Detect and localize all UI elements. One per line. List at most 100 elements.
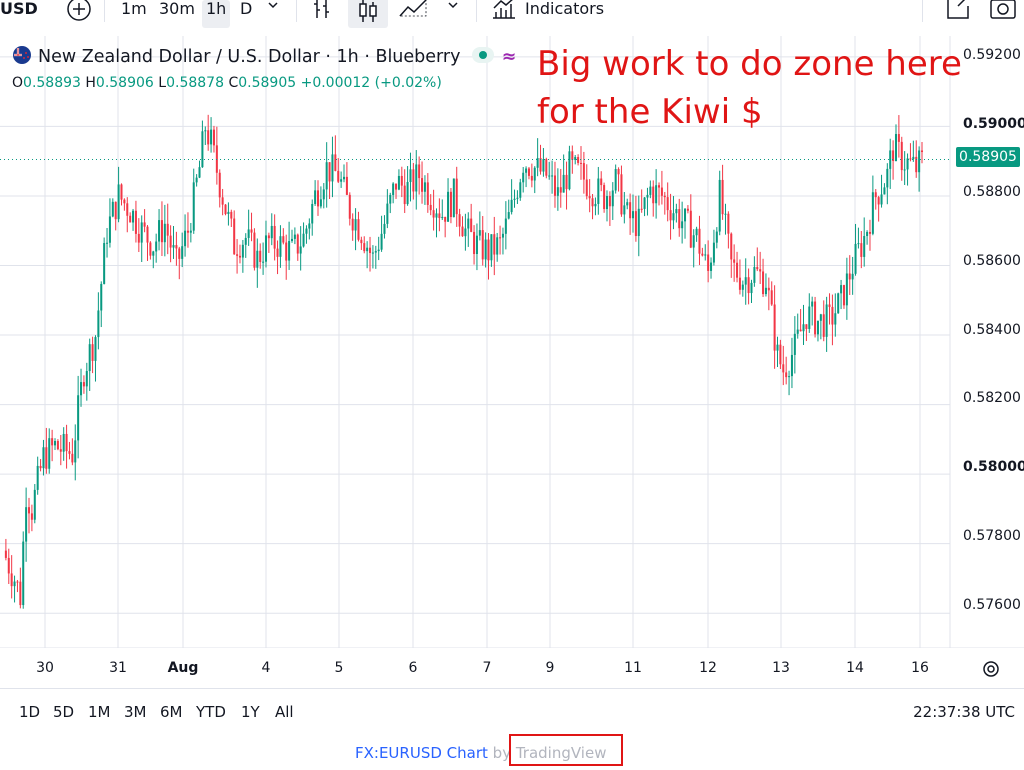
candle-body xyxy=(230,211,233,219)
candle-body xyxy=(863,235,866,257)
candle-body xyxy=(724,213,727,215)
candle-body xyxy=(525,168,528,173)
candle-body xyxy=(409,169,412,183)
candle-body xyxy=(25,507,28,542)
candle-body xyxy=(305,228,308,234)
candle-body xyxy=(750,282,753,294)
candle-body xyxy=(218,172,221,198)
candle-body xyxy=(796,329,799,334)
range-ytd[interactable]: YTD xyxy=(196,703,226,721)
utc-clock[interactable]: 22:37:38 UTC xyxy=(913,703,1015,721)
candle-body xyxy=(444,216,447,222)
interval-dropdown[interactable] xyxy=(266,0,280,26)
candle-body xyxy=(773,304,776,351)
symbol-title: New Zealand Dollar / U.S. Dollar · 1h · … xyxy=(38,47,461,67)
candle-body xyxy=(675,209,678,214)
footer-chart-link[interactable]: FX:EURUSD Chart xyxy=(355,744,488,762)
candle-body xyxy=(282,236,285,243)
snapshot-button[interactable] xyxy=(988,0,1018,22)
candles-icon xyxy=(359,0,377,22)
candle-body xyxy=(493,234,496,255)
close-value: 0.58905 xyxy=(238,75,297,91)
candle-body xyxy=(736,262,739,278)
candle-body xyxy=(695,228,698,236)
candle-body xyxy=(730,233,733,260)
candle-body xyxy=(767,287,770,291)
candle-body xyxy=(406,182,409,205)
candle-body xyxy=(718,179,721,232)
candle-body xyxy=(91,344,94,361)
candle-body xyxy=(172,245,175,248)
ohlc-values: O0.58893 H0.58906 L0.58878 C0.58905 +0.0… xyxy=(12,75,442,91)
interval-1m[interactable]: 1m xyxy=(121,0,147,28)
candle-body xyxy=(556,187,559,196)
candle-body xyxy=(247,229,250,238)
range-1d[interactable]: 1D xyxy=(19,703,40,721)
range-1m[interactable]: 1M xyxy=(88,703,111,721)
candle-body xyxy=(605,196,609,210)
data-provider-icon: ≈ xyxy=(501,47,517,67)
candle-body xyxy=(712,242,715,263)
candle-body xyxy=(371,252,374,254)
range-1y[interactable]: 1Y xyxy=(241,703,260,721)
interval-d[interactable]: D xyxy=(240,0,252,28)
candle-body xyxy=(900,141,903,171)
bar-style-button[interactable] xyxy=(311,0,333,24)
range-bar: 1D 5D 1M 3M 6M YTD 1Y All 22:37:38 UTC xyxy=(0,688,1024,733)
candle-body xyxy=(819,314,822,321)
candle-body xyxy=(874,192,877,198)
candle-body xyxy=(478,230,481,236)
candle-body xyxy=(614,169,617,191)
candle-body xyxy=(322,189,325,200)
candle-body xyxy=(212,129,215,146)
candle-body xyxy=(490,234,493,261)
candle-body xyxy=(825,304,828,337)
candles-style-button[interactable] xyxy=(348,0,388,28)
compare-add-button[interactable] xyxy=(66,0,92,24)
y-tick-label: 0.58600 xyxy=(963,253,1021,269)
range-5d[interactable]: 5D xyxy=(53,703,74,721)
area-style-button[interactable] xyxy=(398,0,430,24)
candle-body xyxy=(678,209,681,229)
candle-body xyxy=(120,184,123,200)
range-all[interactable]: All xyxy=(275,703,294,721)
candle-body xyxy=(10,573,13,587)
fullscreen-button[interactable] xyxy=(944,0,972,22)
candle-body xyxy=(54,441,57,446)
x-tick-label: Aug xyxy=(167,660,199,676)
candle-body xyxy=(169,235,172,248)
candle-body xyxy=(302,233,305,247)
nz-flag-icon xyxy=(13,46,31,64)
candle-body xyxy=(273,225,276,249)
candle-body xyxy=(461,226,464,237)
candle-body xyxy=(126,203,129,216)
chart-type-dropdown[interactable] xyxy=(446,0,460,26)
candle-body xyxy=(764,287,767,295)
candle-body xyxy=(22,541,25,606)
candle-body xyxy=(617,169,620,175)
candle-body xyxy=(184,230,187,247)
symbol-search[interactable]: USD xyxy=(0,0,38,28)
x-tick-label: 31 xyxy=(109,660,127,676)
range-3m[interactable]: 3M xyxy=(124,703,147,721)
range-6m[interactable]: 6M xyxy=(160,703,183,721)
chart-settings-button[interactable] xyxy=(981,659,1001,684)
candle-body xyxy=(542,159,545,172)
interval-1h[interactable]: 1h xyxy=(202,0,231,28)
edit-icon xyxy=(947,0,969,19)
candle-body xyxy=(56,441,59,450)
x-tick-label: 14 xyxy=(846,660,864,676)
market-status-icon xyxy=(472,47,495,63)
candle-body xyxy=(704,254,707,256)
candle-body xyxy=(686,208,689,211)
interval-30m[interactable]: 30m xyxy=(159,0,195,28)
candle-body xyxy=(189,230,192,233)
candle-body xyxy=(369,247,372,253)
candle-body xyxy=(516,197,519,199)
candle-body xyxy=(80,382,83,396)
candle-body xyxy=(594,203,597,207)
candle-body xyxy=(149,242,152,256)
candle-body xyxy=(539,158,542,172)
candle-body xyxy=(103,243,106,284)
indicators-button[interactable]: Indicators xyxy=(525,0,604,28)
